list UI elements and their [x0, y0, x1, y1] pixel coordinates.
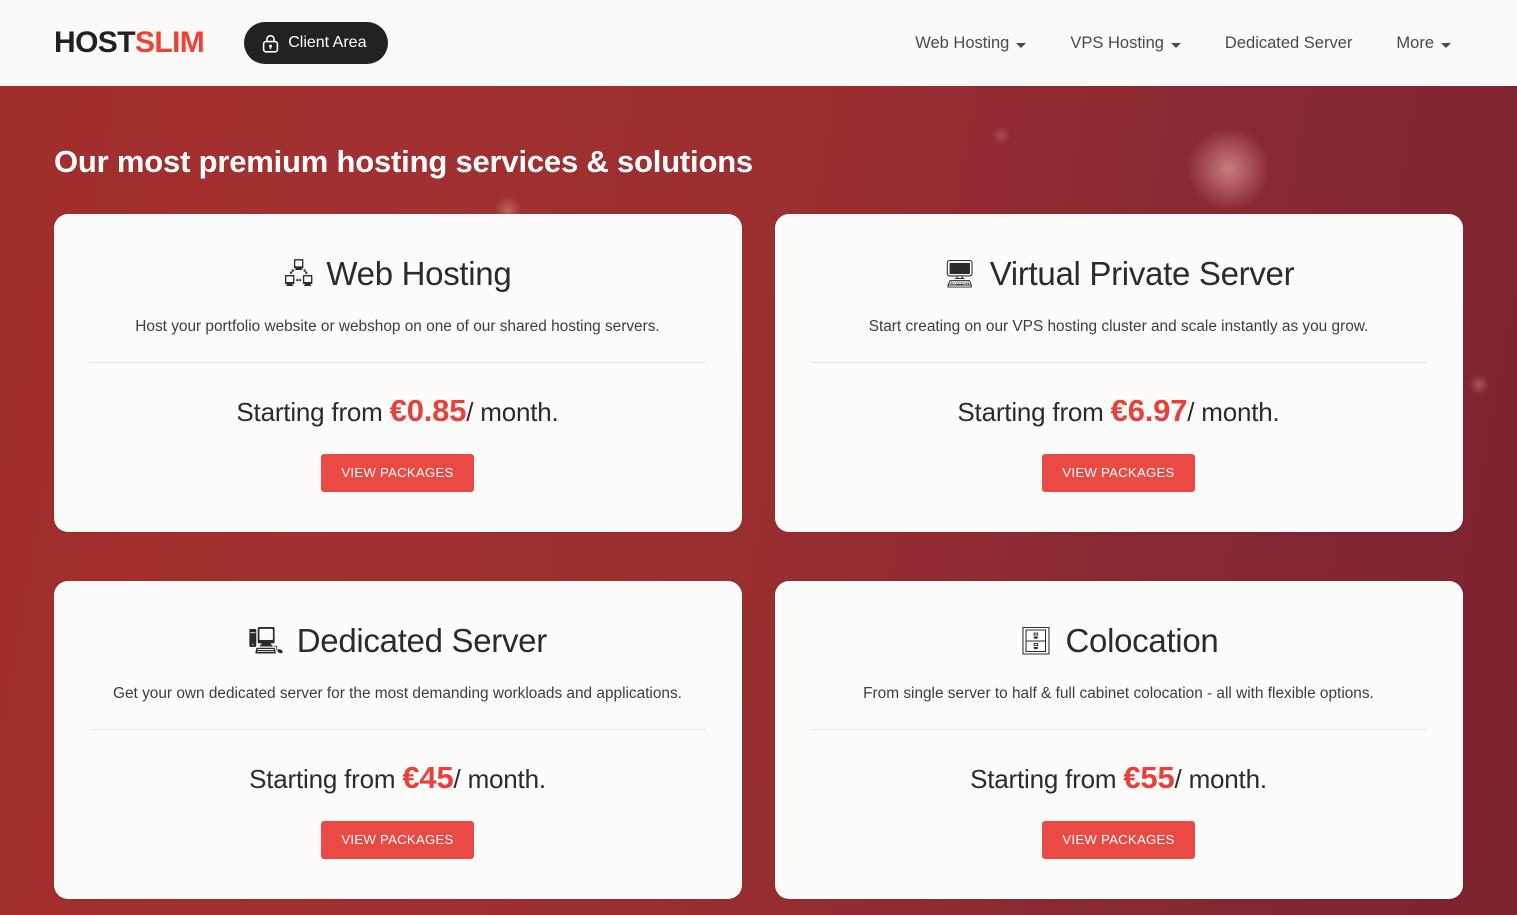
price-period: / month.	[466, 396, 559, 427]
service-card-price: Starting from €6.97/ month.	[811, 393, 1427, 429]
service-card-web-hosting[interactable]: 🖧 Web Hosting Host your portfolio websit…	[53, 214, 742, 532]
service-card-title: 🖥 Virtual Private Server	[811, 255, 1427, 292]
service-cards-grid: 🖧 Web Hosting Host your portfolio websit…	[53, 214, 1464, 899]
view-packages-button[interactable]: VIEW PACKAGES	[1042, 453, 1195, 492]
service-card-colocation[interactable]: 🗄 Colocation From single server to half …	[774, 580, 1463, 899]
service-card-title-text: Colocation	[1065, 621, 1219, 659]
server-rack-icon: 🖳	[248, 625, 284, 657]
service-card-price: Starting from €45/ month.	[90, 760, 706, 796]
view-packages-button[interactable]: VIEW PACKAGES	[321, 820, 474, 859]
service-card-title: 🖧 Web Hosting	[90, 255, 706, 292]
nav-item-vps-hosting[interactable]: VPS Hosting	[1048, 24, 1203, 63]
nav-item-label: Web Hosting	[915, 33, 1010, 52]
router-icon: 🖧	[283, 258, 314, 290]
server-stack-icon: 🖥	[942, 258, 977, 290]
site-header: HOSTSLIM Client Area Web Hosting VPS Hos…	[0, 0, 1517, 86]
card-divider	[810, 361, 1427, 363]
service-card-description: Get your own dedicated server for the mo…	[113, 685, 682, 703]
price-prefix: Starting from	[970, 763, 1124, 794]
price-period: / month.	[1174, 763, 1268, 794]
view-packages-button[interactable]: VIEW PACKAGES	[1042, 820, 1195, 859]
service-card-title-text: Web Hosting	[326, 255, 512, 292]
data-center-cabinet-icon: 🗄	[1018, 625, 1053, 657]
service-card-virtual-private-server[interactable]: 🖥 Virtual Private Server Start creating …	[774, 214, 1463, 532]
price-prefix: Starting from	[957, 396, 1111, 427]
service-card-description: Start creating on our VPS hosting cluste…	[868, 318, 1369, 336]
main-navigation: Web Hosting VPS Hosting Dedicated Server…	[893, 24, 1517, 63]
nav-item-label: More	[1396, 33, 1434, 52]
view-packages-button[interactable]: VIEW PACKAGES	[321, 453, 474, 492]
card-divider	[89, 728, 706, 730]
card-divider	[89, 361, 706, 363]
client-area-button-label: Client Area	[288, 34, 367, 51]
brand-logo-slim: SLIM	[134, 26, 205, 59]
brand-logo[interactable]: HOSTSLIM	[54, 26, 205, 59]
price-period: / month.	[1187, 396, 1280, 427]
card-divider	[810, 728, 1427, 730]
service-card-title: 🖳 Dedicated Server	[90, 621, 706, 659]
page-title: Our most premium hosting services & solu…	[54, 144, 753, 179]
client-area-button[interactable]: Client Area	[244, 22, 389, 64]
hero-section: Our most premium hosting services & solu…	[0, 86, 1517, 915]
nav-item-label: VPS Hosting	[1070, 33, 1164, 52]
price-amount: €6.97	[1110, 392, 1188, 428]
brand-logo-host: HOST	[54, 26, 136, 59]
lock-icon	[262, 34, 279, 53]
service-card-description: From single server to half & full cabine…	[863, 685, 1374, 703]
service-card-price: Starting from €0.85/ month.	[90, 393, 706, 429]
nav-item-more[interactable]: More	[1374, 24, 1473, 63]
price-prefix: Starting from	[236, 396, 390, 427]
price-amount: €45	[402, 759, 454, 795]
price-prefix: Starting from	[249, 763, 403, 794]
service-card-title-text: Dedicated Server	[296, 621, 547, 659]
price-period: / month.	[453, 763, 547, 794]
nav-item-dedicated-server[interactable]: Dedicated Server	[1203, 24, 1374, 63]
chevron-down-icon	[1441, 42, 1451, 48]
service-card-dedicated-server[interactable]: 🖳 Dedicated Server Get your own dedicate…	[53, 580, 742, 899]
price-amount: €0.85	[389, 392, 467, 428]
nav-item-label: Dedicated Server	[1224, 33, 1353, 52]
service-card-title: 🗄 Colocation	[811, 621, 1427, 659]
nav-item-web-hosting[interactable]: Web Hosting	[893, 24, 1048, 63]
service-card-price: Starting from €55/ month.	[811, 760, 1427, 796]
service-card-title-text: Virtual Private Server	[989, 255, 1295, 292]
chevron-down-icon	[1016, 42, 1027, 48]
price-amount: €55	[1123, 759, 1175, 795]
chevron-down-icon	[1170, 42, 1181, 48]
service-card-description: Host your portfolio website or webshop o…	[135, 318, 660, 336]
